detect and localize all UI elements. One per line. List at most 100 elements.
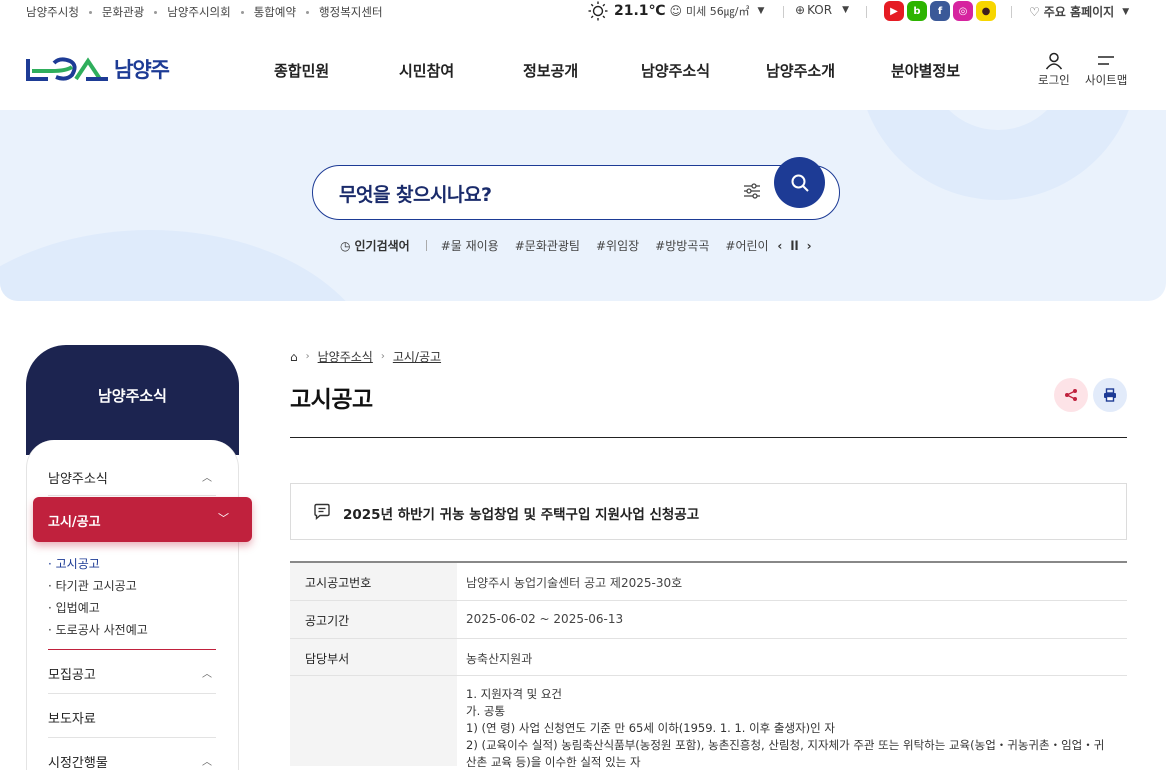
sub-item-public-notice[interactable]: · 고시공고	[48, 555, 100, 572]
keyword-controls: ‹ ll ›	[777, 239, 811, 253]
language-label: KOR	[807, 3, 833, 17]
sitemap-button[interactable]: 사이트맵	[1085, 52, 1127, 88]
utility-bar: 남양주시청 문화관광 남양주시의회 통합예약 행정복지센터 21.1℃ ☺ 미세…	[0, 0, 1170, 24]
notice-title-box: 2025년 하반기 귀농 농업창업 및 주택구입 지원사업 신청공고	[290, 483, 1127, 540]
smile-icon: ☺	[669, 4, 683, 18]
share-button[interactable]	[1054, 378, 1088, 412]
table-row: 공고기간 2025-06-02 ~ 2025-06-13	[290, 601, 1127, 639]
site-logo[interactable]: 남양주	[26, 54, 170, 84]
pause-icon[interactable]: ll	[790, 239, 798, 253]
divider	[425, 240, 427, 251]
divider	[866, 6, 867, 18]
print-button[interactable]	[1093, 378, 1127, 412]
link-culture-tour[interactable]: 문화관광	[102, 4, 144, 20]
nav-field-info[interactable]: 분야별정보	[891, 60, 960, 81]
separator-dot	[240, 10, 244, 14]
sidebar-item-notice-active[interactable]: 고시/공고 ﹀	[33, 497, 252, 542]
nav-about[interactable]: 남양주소개	[766, 60, 835, 81]
sub-item-road-work[interactable]: · 도로공사 사전예고	[48, 621, 148, 638]
nav-complaints[interactable]: 종합민원	[274, 60, 329, 81]
link-admin-center[interactable]: 행정복지센터	[319, 4, 382, 20]
facebook-icon[interactable]: f	[930, 1, 950, 21]
chevron-up-icon[interactable]: ︿	[202, 469, 212, 484]
weather-widget[interactable]: 21.1℃ ☺ 미세 56㎍/㎥ ▼	[588, 1, 764, 21]
decorative-circle	[858, 110, 1138, 200]
separator-dot	[88, 10, 92, 14]
separator-dot	[306, 10, 310, 14]
sidebar-header: 남양주소식	[26, 345, 239, 455]
link-reservation[interactable]: 통합예약	[254, 4, 296, 20]
speech-bubble-icon	[314, 503, 330, 521]
blog-icon[interactable]: b	[907, 1, 927, 21]
sub-item-label: 입법예고	[55, 601, 100, 615]
language-selector[interactable]: ⊕ KOR ▼	[795, 3, 849, 17]
chevron-down-icon: ▼	[1122, 6, 1130, 17]
sub-item-legislation[interactable]: · 입법예고	[48, 599, 100, 616]
sitemap-label: 사이트맵	[1085, 73, 1128, 87]
site-header: 남양주 종합민원 시민참여 정보공개 남양주소식 남양주소개 분야별정보 로그인…	[0, 24, 1170, 110]
login-button[interactable]: 로그인	[1038, 52, 1070, 88]
link-city-hall[interactable]: 남양주시청	[26, 4, 79, 20]
breadcrumb: ⌂ › 남양주소식 › 고시/공고	[290, 348, 441, 365]
table-row: 담당부서 농축산지원과	[290, 639, 1127, 676]
row-value: 남양주시 농업기술센터 공고 제2025-30호	[466, 576, 683, 590]
sub-item-label: 고시공고	[55, 557, 100, 571]
search-placeholder: 무엇을 찾으시나요?	[339, 184, 492, 206]
sidebar-title: 남양주소식	[97, 387, 167, 405]
detail-line: 산촌 교육 등)을 이수한 실적 있는 자	[466, 755, 641, 769]
kakao-icon[interactable]: ●	[976, 1, 996, 21]
keyword-tag[interactable]: #위임장	[596, 237, 639, 254]
separator-dot	[154, 10, 158, 14]
fine-dust-value: 미세 56㎍/㎥	[686, 5, 750, 18]
sidebar-item-press[interactable]: 보도자료	[48, 708, 96, 727]
main-homepage-selector[interactable]: ♡ 주요 홈페이지 ▼	[1029, 3, 1129, 20]
home-icon[interactable]: ⌂	[290, 350, 298, 364]
chevron-left-icon[interactable]: ‹	[777, 239, 782, 253]
temperature-value: 21.1℃	[614, 3, 666, 19]
sns-links: ▶ b f ◎ ●	[884, 1, 999, 21]
sidebar-item-publications[interactable]: 시정간행물	[48, 752, 108, 771]
namyangju-logo-mark	[26, 57, 108, 81]
divider	[783, 6, 784, 18]
keyword-tag[interactable]: #어린이	[725, 237, 771, 254]
row-label-empty	[290, 676, 457, 766]
sun-icon	[588, 1, 608, 21]
breadcrumb-notice[interactable]: 고시/공고	[393, 348, 441, 365]
clock-icon: ◷	[340, 238, 351, 253]
keyword-tag[interactable]: #문화관광팀	[515, 237, 580, 254]
chevron-up-icon[interactable]: ︿	[202, 753, 212, 768]
print-icon	[1104, 388, 1116, 402]
row-value: 2025-06-02 ~ 2025-06-13	[466, 612, 624, 626]
search-button[interactable]	[774, 157, 825, 208]
row-label: 담당부서	[290, 639, 457, 675]
detail-line: 1) (연 령) 사업 신청연도 기준 만 65세 이하(1959. 1. 1.…	[466, 721, 835, 735]
keyword-tag[interactable]: #방방곡곡	[655, 237, 709, 254]
sidebar-item-label: 고시/공고	[48, 515, 101, 530]
link-city-council[interactable]: 남양주시의회	[167, 4, 230, 20]
nav-participation[interactable]: 시민참여	[399, 60, 454, 81]
menu-icon	[1098, 56, 1115, 65]
chevron-up-icon[interactable]: ︿	[202, 665, 212, 680]
nav-news[interactable]: 남양주소식	[641, 60, 710, 81]
filter-icon[interactable]	[743, 182, 761, 200]
instagram-icon[interactable]: ◎	[953, 1, 973, 21]
youtube-icon[interactable]: ▶	[884, 1, 904, 21]
row-label: 공고기간	[290, 601, 457, 638]
search-input[interactable]: 무엇을 찾으시나요?	[312, 165, 840, 220]
sidebar-item-news[interactable]: 남양주소식	[48, 468, 108, 487]
search-hero: 무엇을 찾으시나요? ◷ 인기검색어 #물 재이용 #문화관광팀 #위임장 #방…	[0, 110, 1166, 301]
sidebar-item-recruitment[interactable]: 모집공고	[48, 664, 96, 683]
chevron-down-icon: ▼	[842, 5, 849, 15]
sub-item-other-notice[interactable]: · 타기관 고시공고	[48, 577, 137, 594]
keyword-tag[interactable]: #물 재이용	[441, 237, 499, 254]
page-title: 고시공고	[290, 387, 373, 413]
detail-line: 1. 지원자격 및 요건	[466, 687, 562, 701]
nav-information[interactable]: 정보공개	[523, 60, 578, 81]
table-row: 고시공고번호 남양주시 농업기술센터 공고 제2025-30호	[290, 563, 1127, 601]
detail-line: 가. 공통	[466, 704, 506, 718]
chevron-down-icon: ▼	[757, 6, 765, 16]
sub-item-label: 타기관 고시공고	[55, 579, 137, 593]
chevron-right-icon[interactable]: ›	[807, 239, 812, 253]
chevron-right-icon: ›	[380, 351, 385, 362]
breadcrumb-news[interactable]: 남양주소식	[318, 348, 373, 365]
